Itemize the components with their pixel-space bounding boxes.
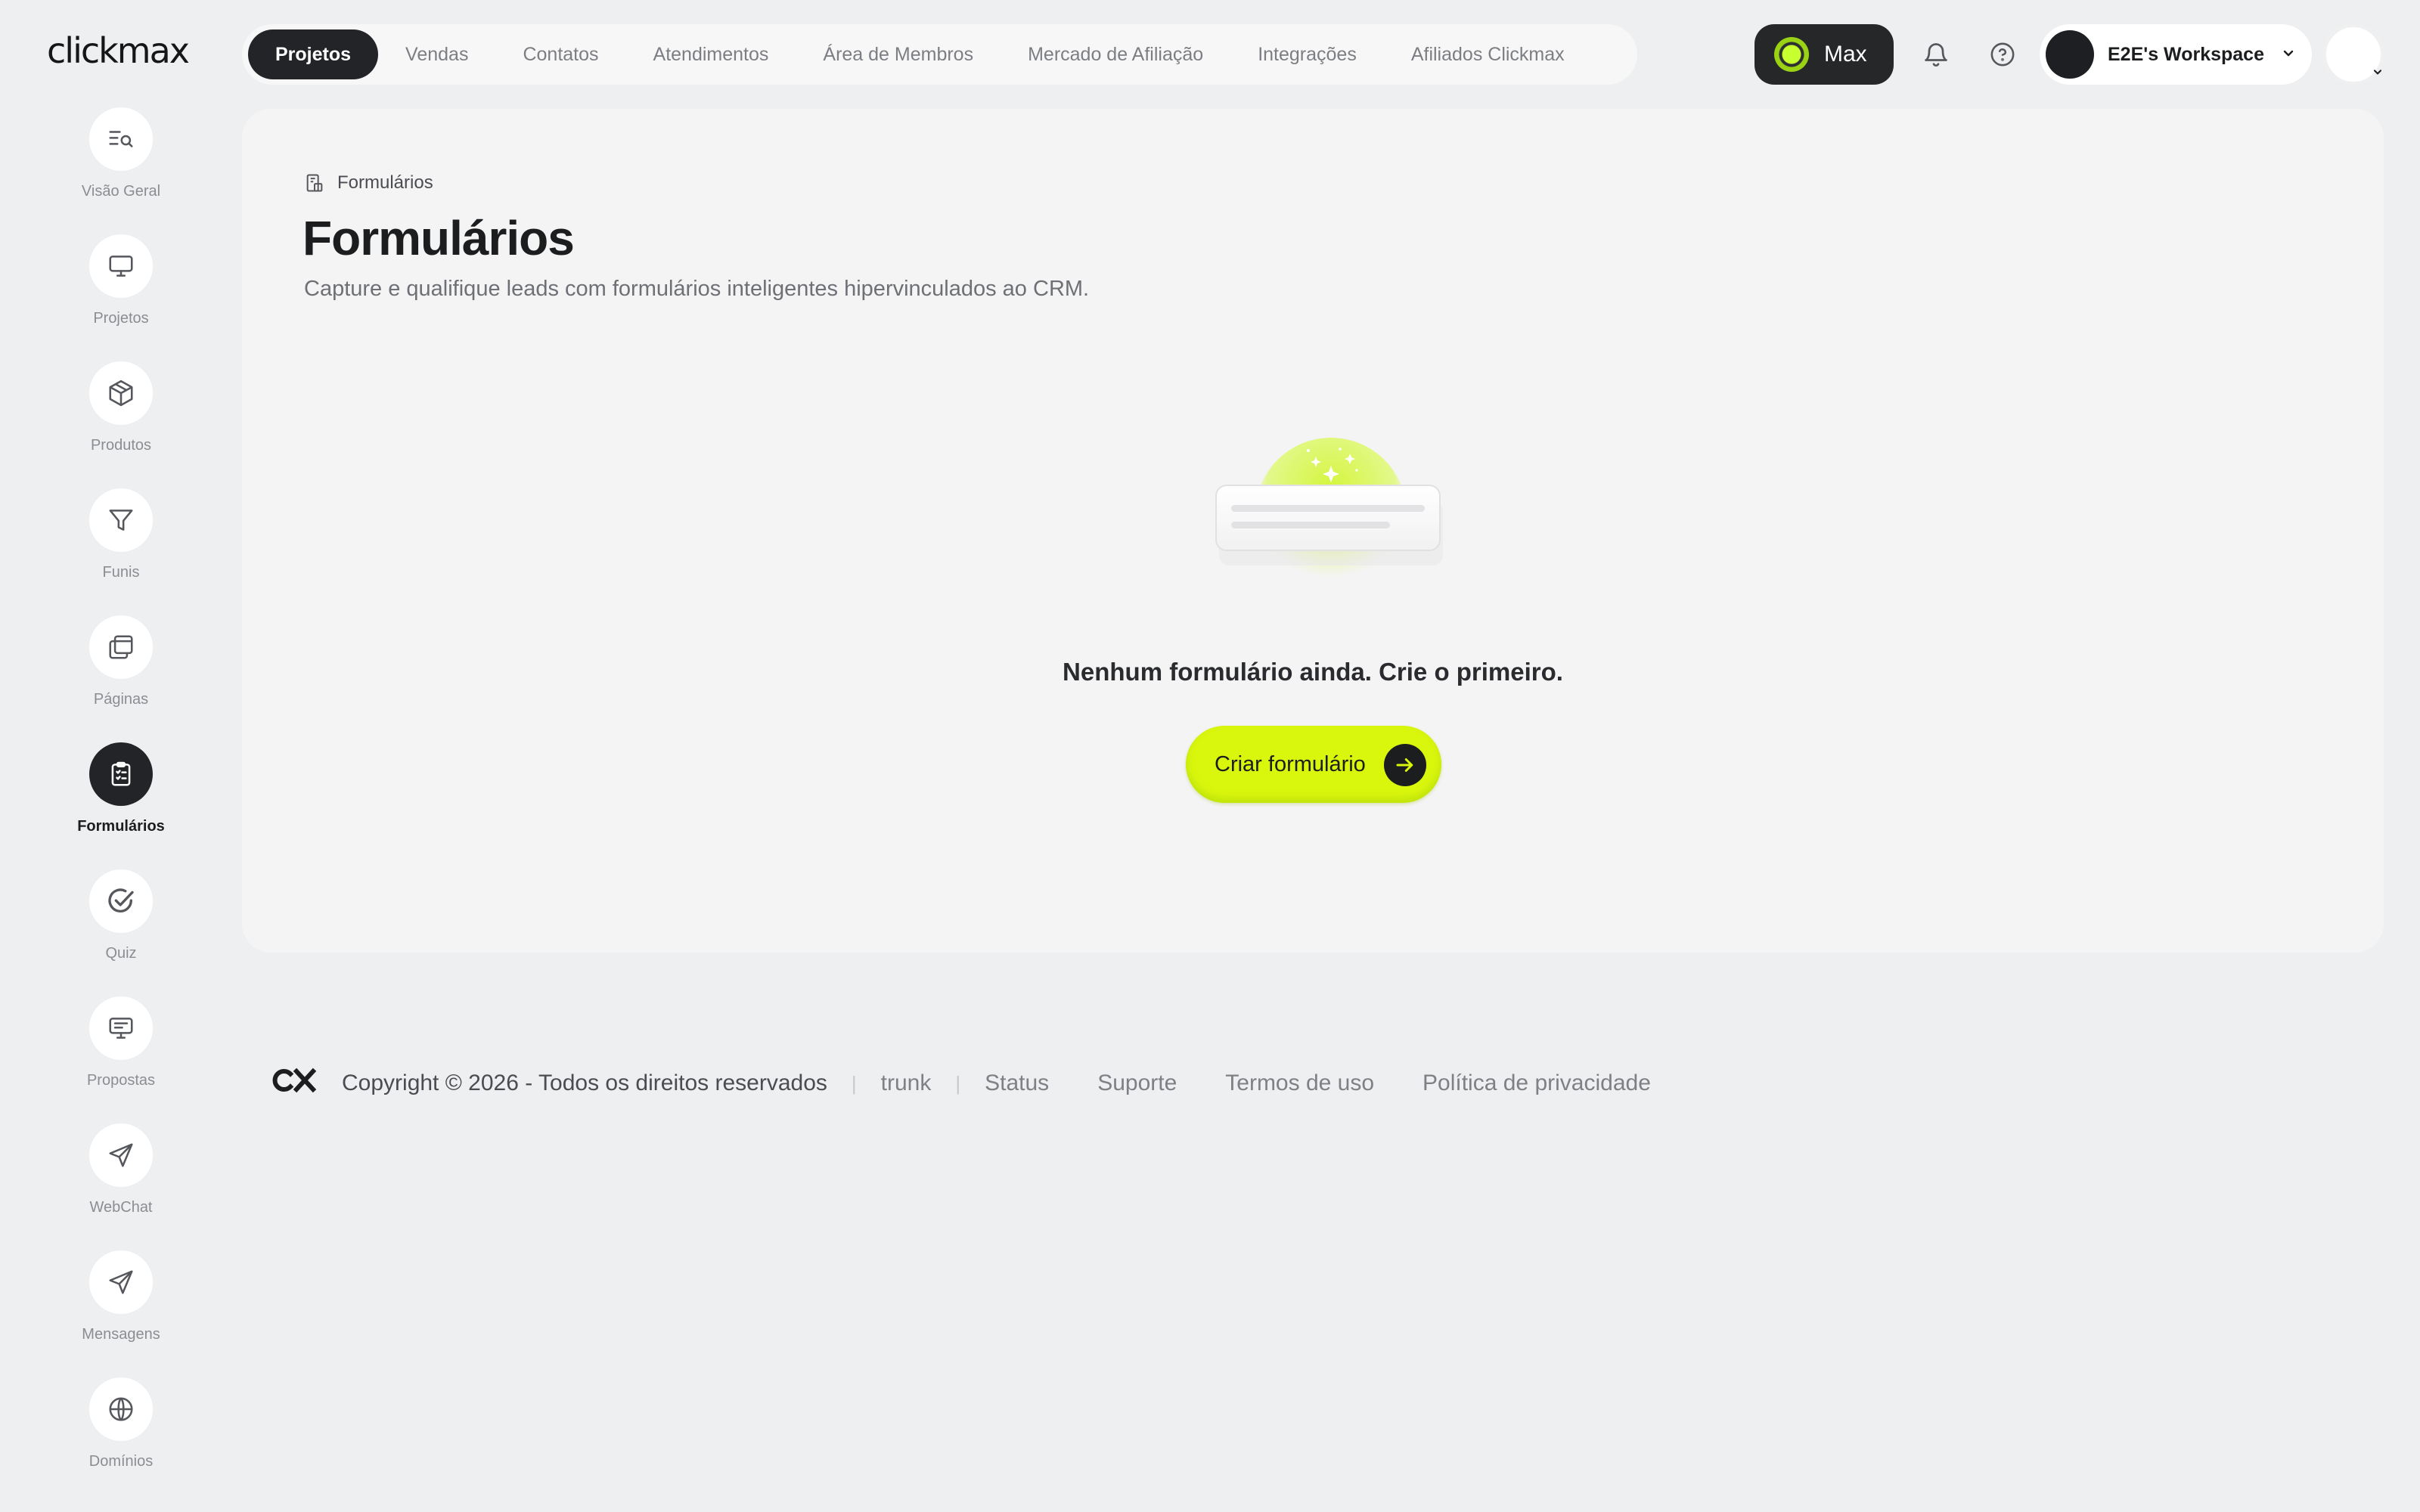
brand-logo[interactable]: clickmax [47, 30, 190, 71]
send-icon [89, 1123, 153, 1187]
sidebar-item-label: Domínios [88, 1453, 154, 1470]
tab-area-de-membros[interactable]: Área de Membros [796, 29, 1001, 79]
footer-link-suporte[interactable]: Suporte [1097, 1070, 1177, 1096]
sidebar-item-label: Mensagens [82, 1326, 160, 1343]
funnel-icon [89, 488, 153, 552]
overview-search-icon [89, 107, 153, 171]
empty-state-message: Nenhum formulário ainda. Crie o primeiro… [1063, 658, 1563, 686]
branch-label: trunk [880, 1070, 932, 1095]
box-icon [89, 361, 153, 425]
top-navigation: Projetos Vendas Contatos Atendimentos Ár… [242, 24, 1637, 85]
create-form-label: Criar formulário [1215, 751, 1366, 776]
footer-link-status[interactable]: Status [985, 1070, 1049, 1096]
form-page-icon [306, 174, 323, 192]
footer-logo [271, 1067, 318, 1099]
sidebar-item-projetos[interactable]: Projetos [0, 234, 242, 348]
sidebar-item-label: Visão Geral [81, 183, 161, 200]
footer: Copyright © 2026 - Todos os direitos res… [271, 1064, 1699, 1102]
sidebar-item-label: Propostas [86, 1072, 156, 1089]
footer-divider: | [851, 1071, 857, 1095]
breadcrumb: Formulários [304, 172, 433, 194]
chevron-down-icon [2372, 66, 2384, 82]
tab-atendimentos[interactable]: Atendimentos [626, 29, 796, 79]
sidebar-item-mensagens[interactable]: Mensagens [0, 1250, 242, 1364]
workspace-switcher[interactable]: E2E's Workspace [2040, 24, 2312, 85]
sidebar-item-label: Páginas [93, 691, 149, 708]
tab-afiliados-clickmax[interactable]: Afiliados Clickmax [1384, 29, 1592, 79]
tab-projetos[interactable]: Projetos [248, 29, 379, 79]
sidebar-item-produtos[interactable]: Produtos [0, 361, 242, 475]
clipboard-list-icon [89, 742, 153, 806]
page-subtitle: Capture e qualifique leads com formulári… [304, 277, 1090, 301]
send-icon [89, 1250, 153, 1314]
sidebar-item-label: Formulários [77, 818, 165, 835]
sidebar-item-webchat[interactable]: WebChat [0, 1123, 242, 1237]
workspace-name: E2E's Workspace [2108, 43, 2264, 65]
tab-vendas[interactable]: Vendas [378, 29, 495, 79]
max-assistant-button[interactable]: Max [1754, 24, 1894, 85]
footer-link-privacidade[interactable]: Política de privacidade [1423, 1070, 1651, 1096]
globe-icon [89, 1377, 153, 1441]
max-label: Max [1824, 42, 1867, 67]
monitor-icon [89, 234, 153, 298]
sidebar-item-quiz[interactable]: Quiz [0, 869, 242, 983]
sidebar-item-label: WebChat [89, 1199, 153, 1216]
tab-contatos[interactable]: Contatos [495, 29, 625, 79]
workspace-avatar [2046, 30, 2094, 79]
presentation-icon [89, 996, 153, 1060]
sidebar-item-label: Funis [102, 564, 140, 581]
sidebar-item-funis[interactable]: Funis [0, 488, 242, 602]
empty-state-illustration [1195, 434, 1460, 608]
create-form-button[interactable]: Criar formulário [1186, 726, 1441, 803]
sidebar-item-dominios[interactable]: Domínios [0, 1377, 242, 1491]
main-content-card: Formulários Formulários Capture e qualif… [242, 109, 2384, 953]
pages-icon [89, 615, 153, 679]
sidebar-item-label: Projetos [93, 310, 149, 327]
tab-integracoes[interactable]: Integrações [1230, 29, 1384, 79]
sidebar-item-label: Produtos [90, 437, 152, 454]
chevron-down-icon [2281, 45, 2296, 64]
bell-icon[interactable] [1918, 36, 1954, 73]
breadcrumb-label[interactable]: Formulários [337, 172, 433, 194]
footer-link-termos[interactable]: Termos de uso [1225, 1070, 1374, 1096]
footer-divider: | [955, 1071, 961, 1095]
user-avatar[interactable] [2323, 24, 2384, 85]
max-orb-icon [1774, 37, 1809, 72]
sidebar-item-formularios[interactable]: Formulários [0, 742, 242, 856]
sidebar-item-label: Quiz [105, 945, 137, 962]
help-circle-icon[interactable] [1984, 36, 2021, 73]
copyright-text: Copyright © 2026 - Todos os direitos res… [342, 1070, 827, 1095]
sidebar-item-paginas[interactable]: Páginas [0, 615, 242, 729]
tab-mercado-de-afiliacao[interactable]: Mercado de Afiliação [1001, 29, 1230, 79]
sidebar-item-visao-geral[interactable]: Visão Geral [0, 107, 242, 221]
sidebar-item-propostas[interactable]: Propostas [0, 996, 242, 1110]
arrow-right-icon [1384, 744, 1426, 786]
check-circle-icon [89, 869, 153, 933]
page-title: Formulários [302, 211, 575, 265]
